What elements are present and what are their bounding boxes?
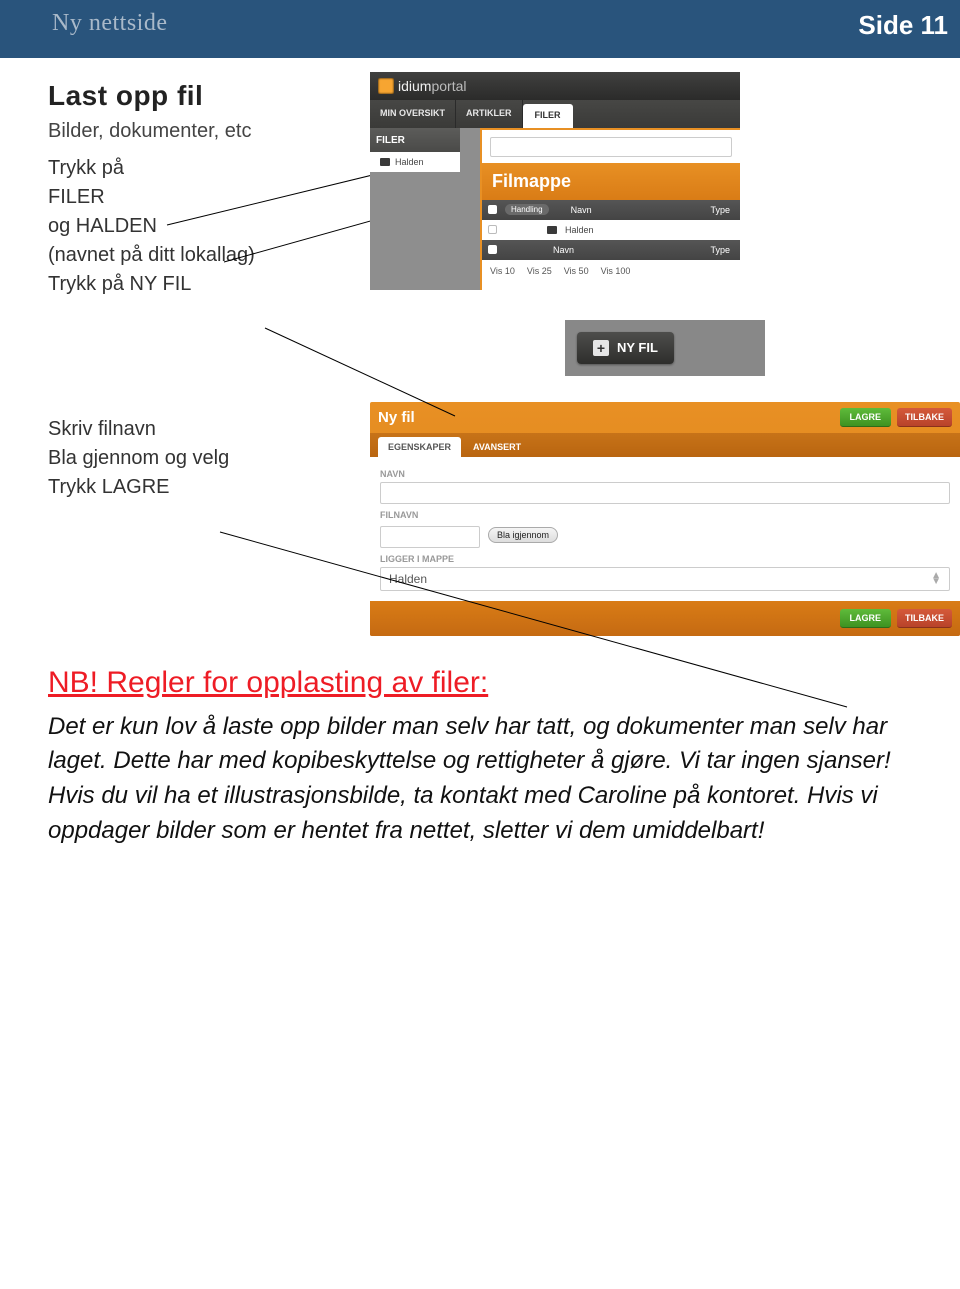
pager-10[interactable]: Vis 10 [490,266,515,276]
nyfil-form-panel: Ny fil LAGRE TILBAKE EGENSKAPER AVANSERT… [370,402,960,636]
tab-egenskaper[interactable]: EGENSKAPER [378,437,461,457]
ny-fil-button[interactable]: + NY FIL [577,332,674,364]
header-left: Ny nettside [52,10,167,37]
screenshots-column: idiumportal MIN OVERSIKT ARTIKLER FILER … [370,58,960,636]
form-body: NAVN FILNAVN Bla igjennom LIGGER I MAPPE… [370,457,960,601]
instruction-step: Trykk LAGRE [48,476,360,499]
portal-screenshot: idiumportal MIN OVERSIKT ARTIKLER FILER … [370,72,740,290]
portal-logo-icon [378,78,394,94]
form-title: Ny fil [378,409,415,426]
tab-avansert[interactable]: AVANSERT [463,437,531,457]
brand-name: idium [398,78,431,94]
menu-artikler[interactable]: ARTIKLER [456,100,523,128]
form-tabs: EGENSKAPER AVANSERT [370,433,960,457]
pager: Vis 10 Vis 25 Vis 50 Vis 100 [482,260,740,282]
rules-heading: NB! Regler for opplasting av filer: [48,666,912,700]
pager-100[interactable]: Vis 100 [601,266,631,276]
row-name: Halden [565,225,594,235]
mappe-select[interactable]: Halden ▲▼ [380,567,950,591]
rules-body: Det er kun lov å laste opp bilder man se… [48,710,912,849]
menu-filer[interactable]: FILER [523,104,573,128]
folder-heading: Filmappe [482,163,740,200]
instruction-subtitle: Bilder, dokumenter, etc [48,120,360,143]
col-handling: Handling [505,204,549,215]
folder-icon [380,158,390,166]
instruction-step: Bla gjennom og velg [48,447,360,470]
instruction-title: Last opp fil [48,80,360,112]
instruction-step: (navnet på ditt lokallag) [48,244,360,267]
tilbake-button[interactable]: TILBAKE [897,609,952,628]
plus-icon: + [593,340,609,356]
instruction-step: Skriv filnavn [48,418,360,441]
sidebar-header: FILER [370,128,460,152]
navn-input[interactable] [380,482,950,504]
tilbake-button[interactable]: TILBAKE [897,408,952,427]
col-navn: Navn [571,205,592,215]
instruction-step: FILER [48,186,360,209]
chevron-updown-icon: ▲▼ [931,573,941,585]
header-right: Side 11 [858,10,948,41]
rules-section: NB! Regler for opplasting av filer: Det … [0,636,960,889]
instruction-step: og HALDEN [48,215,360,238]
instruction-step: Trykk på NY FIL [48,273,360,296]
lagre-button[interactable]: LAGRE [840,609,892,628]
folder-icon [547,226,557,234]
instructions-column: Last opp fil Bilder, dokumenter, etc Try… [0,58,370,636]
table-header: Handling Navn Type [482,200,740,220]
page-header: Ny nettside Side 11 [0,0,960,58]
col-type: Type [710,205,730,215]
nyfil-crop: + NY FIL [565,320,765,376]
table-header: Navn Type [482,240,740,260]
sidebar-folder[interactable]: Halden [370,152,460,172]
bla-gjennom-button[interactable]: Bla igjennom [488,527,558,543]
select-all-checkbox[interactable] [488,205,497,214]
lagre-button[interactable]: LAGRE [840,408,892,427]
pager-25[interactable]: Vis 25 [527,266,552,276]
table-row[interactable]: Halden [482,220,740,240]
filnavn-input[interactable] [380,526,480,548]
select-all-checkbox[interactable] [488,245,497,254]
label-mappe: LIGGER I MAPPE [380,554,950,564]
col-navn: Navn [553,245,574,255]
row-checkbox[interactable] [488,225,497,234]
label-navn: NAVN [380,469,950,479]
label-filnavn: FILNAVN [380,510,950,520]
portal-brand-bar: idiumportal [370,72,740,100]
search-input[interactable] [490,137,732,157]
portal-menu: MIN OVERSIKT ARTIKLER FILER [370,100,740,128]
instruction-step: Trykk på [48,157,360,180]
menu-oversikt[interactable]: MIN OVERSIKT [370,100,456,128]
brand-suffix: portal [431,78,466,94]
content-frame: Filmappe Handling Navn Type [480,128,740,290]
col-type: Type [710,245,730,255]
pager-50[interactable]: Vis 50 [564,266,589,276]
